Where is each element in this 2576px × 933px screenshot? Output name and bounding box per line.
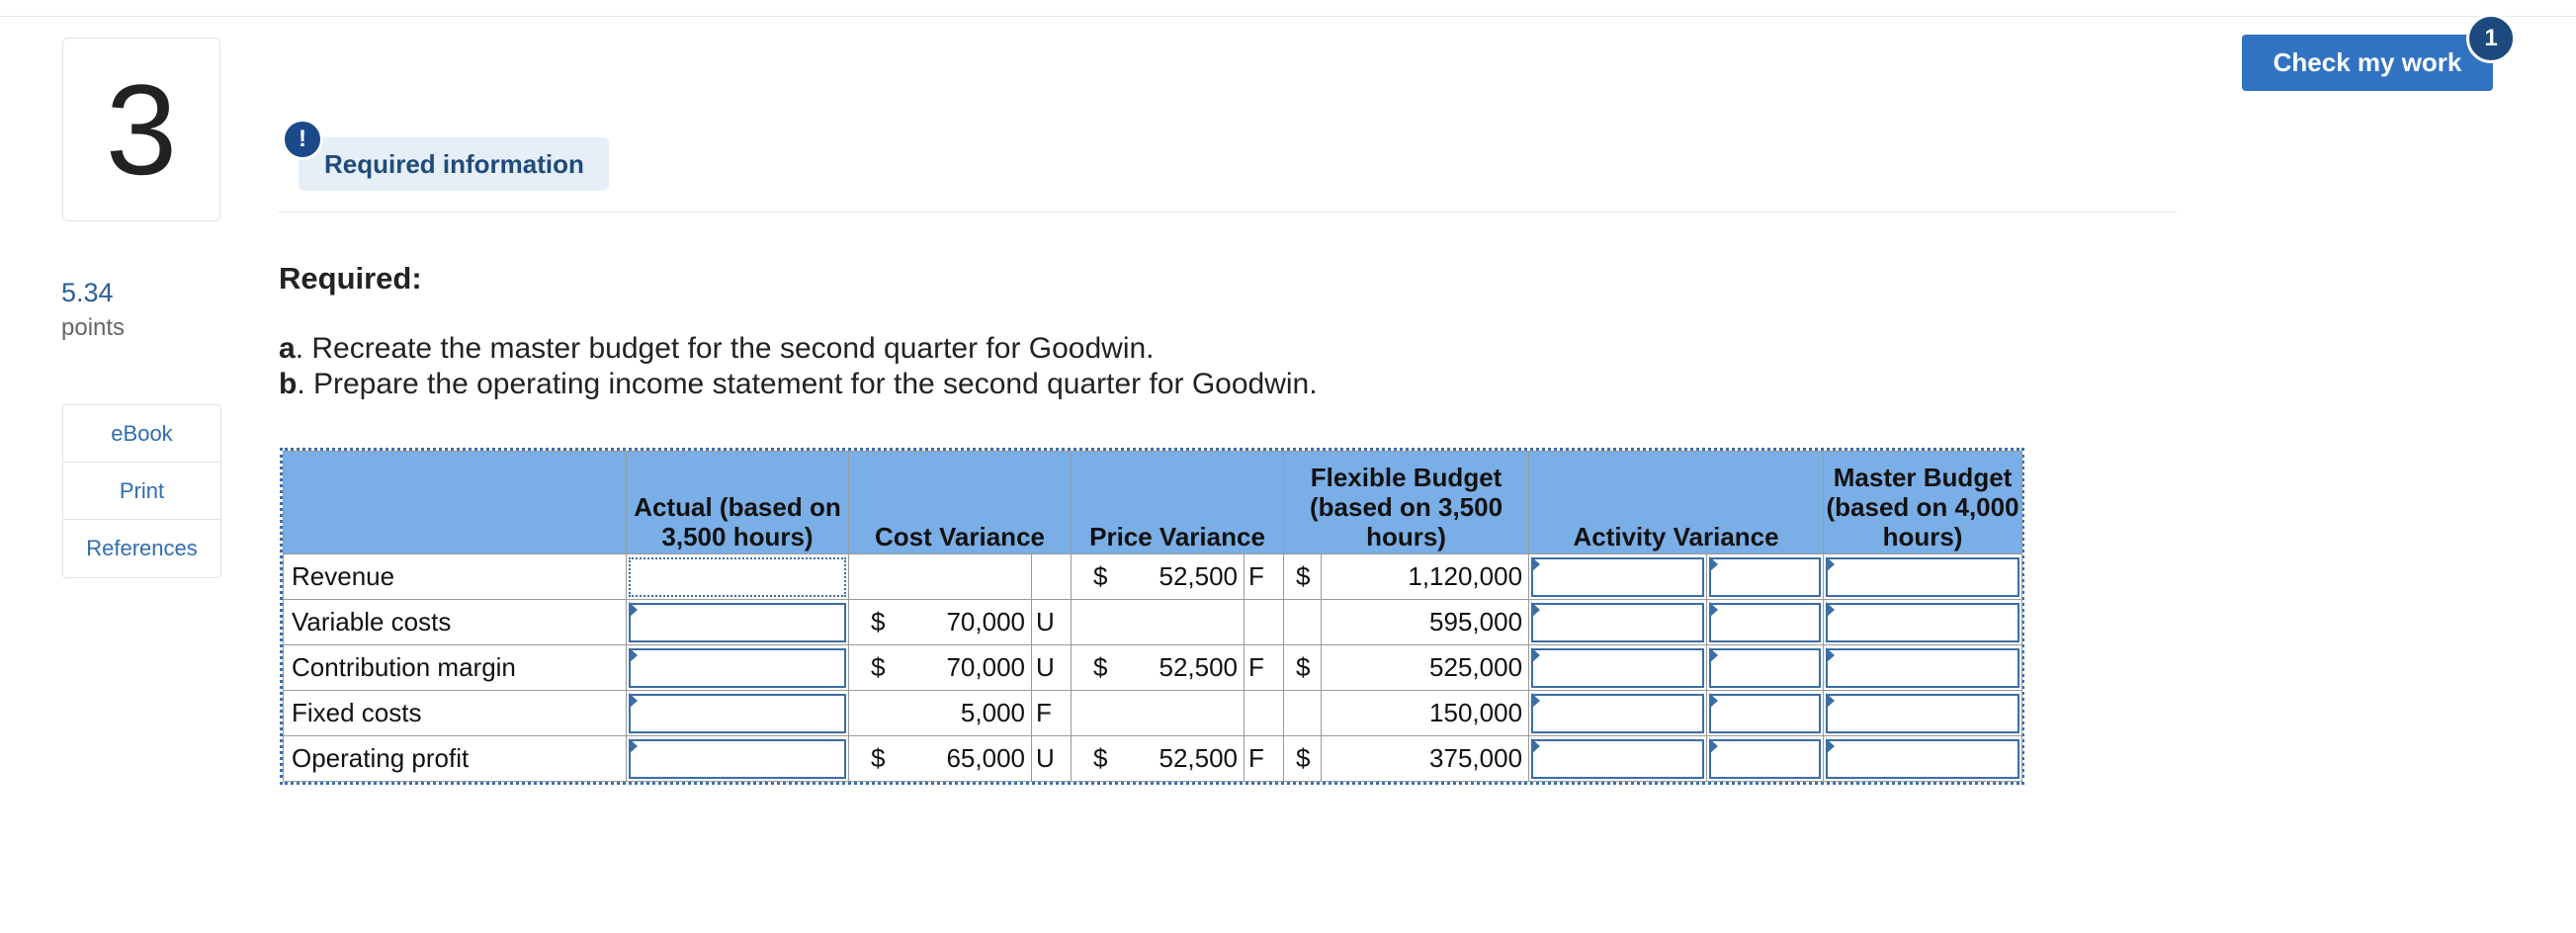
check-attempts-badge: 1 (2466, 14, 2516, 63)
alert-icon: ! (282, 119, 323, 160)
header-actual: Actual (based on 3,500 hours) (626, 451, 849, 554)
flexible-dollar: $ (1283, 644, 1323, 691)
price-variance-cell: $52,500 (1071, 644, 1245, 691)
price-variance-cell (1071, 690, 1245, 736)
table-row: Variable costs $70,000 U 595,000 (283, 599, 2023, 645)
flexible-dollar (1283, 690, 1323, 736)
header-master-budget: Master Budget (based on 4,000 hours) (1823, 451, 2023, 554)
cost-variance-indicator: U (1030, 735, 1073, 782)
check-my-work-button[interactable]: Check my work (2242, 35, 2493, 91)
top-divider (0, 16, 2576, 17)
actual-input[interactable] (626, 599, 849, 645)
row-label: Revenue (283, 553, 627, 600)
header-label-column (283, 451, 627, 554)
table-row: Contribution margin $70,000 U $52,500 F … (283, 644, 2023, 691)
header-price-variance: Price Variance (1071, 451, 1285, 554)
cost-variance-cell: $70,000 (848, 599, 1032, 645)
header-flexible-budget: Flexible Budget (based on 3,500 hours) (1283, 451, 1530, 554)
master-budget-input[interactable] (1823, 599, 2023, 645)
activity-variance-indicator-input[interactable] (1706, 690, 1825, 736)
table-row: Fixed costs 5,000 F 150,000 (283, 690, 2023, 736)
row-label: Contribution margin (283, 644, 627, 691)
price-variance-cell: $52,500 (1071, 735, 1245, 782)
row-label: Fixed costs (283, 690, 627, 736)
cost-variance-cell: $70,000 (848, 644, 1032, 691)
table-row: Operating profit $65,000 U $52,500 F $ 3… (283, 735, 2023, 782)
cost-variance-cell (848, 553, 1032, 600)
header-activity-variance: Activity Variance (1528, 451, 1825, 554)
activity-variance-input[interactable] (1528, 553, 1708, 600)
required-heading: Required: (279, 261, 422, 296)
flexible-dollar: $ (1283, 735, 1323, 782)
activity-variance-input[interactable] (1528, 735, 1708, 782)
flexible-budget-value: 375,000 (1321, 735, 1530, 782)
required-information-button[interactable]: Required information (299, 137, 609, 191)
row-label: Operating profit (283, 735, 627, 782)
activity-variance-indicator-input[interactable] (1706, 553, 1825, 600)
budget-table: Actual (based on 3,500 hours) Cost Varia… (280, 448, 2024, 785)
table-row: Revenue $52,500 F $ 1,120,000 (283, 553, 2023, 600)
master-budget-input[interactable] (1823, 690, 2023, 736)
price-variance-indicator (1244, 690, 1285, 736)
actual-input[interactable] (626, 735, 849, 782)
required-information-label: Required information (324, 148, 584, 179)
price-variance-cell: $52,500 (1071, 553, 1245, 600)
question-number: 3 (62, 38, 220, 221)
cost-variance-indicator: U (1030, 599, 1073, 645)
flexible-dollar (1283, 599, 1323, 645)
actual-revenue-input[interactable] (626, 553, 849, 600)
resource-links: eBook Print References (62, 404, 221, 578)
flexible-budget-value: 1,120,000 (1321, 553, 1530, 600)
flexible-budget-value: 595,000 (1321, 599, 1530, 645)
instruction-a: a. Recreate the master budget for the se… (279, 332, 1155, 365)
points-value: 5.34 (61, 278, 114, 307)
cost-variance-cell: $65,000 (848, 735, 1032, 782)
ebook-link[interactable]: eBook (63, 405, 220, 463)
price-variance-indicator (1244, 599, 1285, 645)
instruction-b: b. Prepare the operating income statemen… (279, 368, 1318, 400)
master-budget-input[interactable] (1823, 735, 2023, 782)
price-variance-indicator: F (1244, 735, 1285, 782)
price-variance-indicator: F (1244, 644, 1285, 691)
print-link[interactable]: Print (63, 463, 220, 520)
cost-variance-indicator: U (1030, 644, 1073, 691)
actual-input[interactable] (626, 690, 849, 736)
references-link[interactable]: References (63, 520, 220, 577)
activity-variance-input[interactable] (1528, 644, 1708, 691)
cost-variance-indicator (1030, 553, 1073, 600)
activity-variance-indicator-input[interactable] (1706, 644, 1825, 691)
actual-input[interactable] (626, 644, 849, 691)
price-variance-cell (1071, 599, 1245, 645)
row-label: Variable costs (283, 599, 627, 645)
flexible-budget-value: 150,000 (1321, 690, 1530, 736)
activity-variance-input[interactable] (1528, 690, 1708, 736)
price-variance-indicator: F (1244, 553, 1285, 600)
cost-variance-indicator: F (1030, 690, 1073, 736)
master-budget-input[interactable] (1823, 644, 2023, 691)
flexible-dollar: $ (1283, 553, 1323, 600)
activity-variance-indicator-input[interactable] (1706, 735, 1825, 782)
points-label: points (61, 314, 126, 341)
flexible-budget-value: 525,000 (1321, 644, 1530, 691)
master-budget-input[interactable] (1823, 553, 2023, 600)
cost-variance-cell: 5,000 (848, 690, 1032, 736)
header-row: Actual (based on 3,500 hours) Cost Varia… (283, 451, 2023, 554)
header-cost-variance: Cost Variance (847, 451, 1073, 554)
activity-variance-input[interactable] (1528, 599, 1708, 645)
activity-variance-indicator-input[interactable] (1706, 599, 1825, 645)
